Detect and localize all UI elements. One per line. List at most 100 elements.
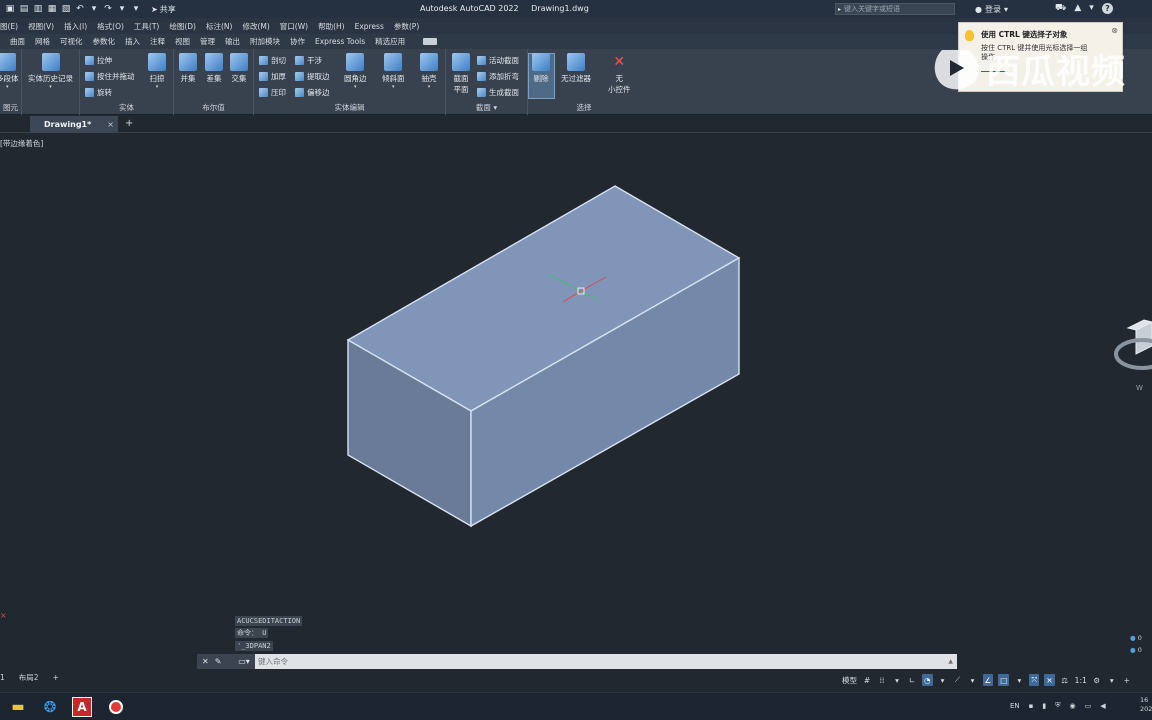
file-explorer-icon[interactable]: ▬: [8, 697, 28, 717]
polysolid-button[interactable]: 多段体 ▾: [0, 53, 19, 90]
polar-tracking-icon[interactable]: ◔: [922, 674, 933, 686]
tray-app-icon[interactable]: ▪: [1029, 702, 1034, 710]
extract-edges-button[interactable]: 提取边: [295, 71, 330, 82]
customize-command-line-icon[interactable]: ✎: [215, 657, 222, 666]
microphone-icon[interactable]: ▮: [1042, 702, 1046, 710]
auto-scale-icon[interactable]: ✕: [1044, 674, 1055, 686]
workspace-dropdown-icon[interactable]: ▾: [1107, 674, 1117, 686]
menu-item-dimension[interactable]: 标注(N): [206, 21, 232, 32]
section-plane-button[interactable]: 截面平面: [450, 53, 472, 95]
object-snap-dropdown-icon[interactable]: ▾: [1014, 674, 1024, 686]
fillet-edge-button[interactable]: 圆角边 ▾: [344, 53, 367, 90]
new-icon[interactable]: ▦: [47, 4, 57, 14]
culling-button[interactable]: 剔除: [532, 53, 550, 84]
model-space-button[interactable]: 模型: [842, 674, 857, 686]
imprint-button[interactable]: 压印: [259, 87, 286, 98]
login-button[interactable]: ● 登录 ▾: [975, 4, 1008, 15]
sweep-button[interactable]: 扫掠 ▾: [148, 53, 166, 90]
polar-dropdown-icon[interactable]: ▾: [938, 674, 948, 686]
revolve-button[interactable]: 旋转: [85, 87, 112, 98]
object-snap-icon[interactable]: □: [998, 674, 1010, 686]
close-tip-icon[interactable]: ⊗: [1111, 26, 1118, 35]
annotation-scale-icon[interactable]: ⚖: [1060, 674, 1070, 686]
qa-customize-icon[interactable]: ▾: [131, 4, 141, 14]
add-layout-button[interactable]: +: [53, 673, 59, 682]
taper-faces-button[interactable]: 倾斜面 ▾: [382, 53, 405, 90]
annotation-visibility-icon[interactable]: ⤧: [1029, 674, 1040, 686]
menu-item-draw[interactable]: 绘图(D): [169, 21, 196, 32]
tab-express-tools[interactable]: Express Tools: [315, 37, 365, 46]
menu-item-window[interactable]: 窗口(W): [280, 21, 308, 32]
save-icon[interactable]: ▣: [5, 4, 15, 14]
more-status-icon[interactable]: +: [1122, 674, 1132, 686]
close-command-line-icon[interactable]: ✕: [202, 657, 209, 666]
redo-dropdown-icon[interactable]: ▾: [117, 4, 127, 14]
share-button[interactable]: ➤ 共享: [151, 4, 176, 15]
file-tab-drawing1[interactable]: Drawing1* ×: [30, 116, 118, 133]
tab-surface[interactable]: 曲面: [10, 36, 25, 47]
system-clock[interactable]: 16 202: [1140, 696, 1152, 714]
volume-icon[interactable]: ◀: [1100, 702, 1105, 710]
isodraft-icon[interactable]: ⟋: [953, 674, 963, 686]
tab-addins[interactable]: 附加模块: [250, 36, 280, 47]
record-icon[interactable]: [106, 697, 126, 717]
isodraft-dropdown-icon[interactable]: ▾: [968, 674, 978, 686]
object-snap-tracking-icon[interactable]: ∠: [982, 674, 994, 686]
generate-section-button[interactable]: 生成截面: [477, 87, 519, 98]
tab-annotate[interactable]: 注释: [150, 36, 165, 47]
solid-history-button[interactable]: 实体历史记录 ▾: [28, 53, 73, 90]
network-icon[interactable]: ▭: [1085, 702, 1092, 710]
layout-tab-1[interactable]: 1: [0, 673, 5, 682]
group-title-section[interactable]: 截面 ▾: [446, 102, 527, 113]
autodesk-a360-icon[interactable]: ▲: [1074, 3, 1081, 14]
tab-mesh[interactable]: 网格: [35, 36, 50, 47]
cart-icon[interactable]: ⛟: [1055, 3, 1066, 14]
live-section-button[interactable]: 活动截面: [477, 55, 519, 66]
save-as-icon[interactable]: ▤: [19, 4, 29, 14]
ribbon-minimize-toggle[interactable]: [423, 38, 438, 45]
grid-icon[interactable]: #: [862, 674, 872, 686]
slice-button[interactable]: 剖切: [259, 55, 286, 66]
no-filter-button[interactable]: 无过滤器: [561, 53, 591, 84]
a360-dropdown-icon[interactable]: ▾: [1089, 3, 1094, 14]
search-box[interactable]: ▸ 键入关键字或短语: [835, 3, 955, 15]
tab-visualize[interactable]: 可视化: [60, 36, 83, 47]
shield-icon[interactable]: ⛨: [1055, 701, 1060, 710]
subtract-button[interactable]: 差集: [205, 53, 223, 84]
command-expand-icon[interactable]: ▲: [948, 658, 957, 665]
close-tab-icon[interactable]: ×: [107, 120, 114, 129]
recent-commands-icon[interactable]: ▭▾: [233, 654, 255, 669]
menu-item-express[interactable]: Express: [355, 22, 384, 31]
new-tab-button[interactable]: +: [125, 118, 133, 129]
union-button[interactable]: 并集: [179, 53, 197, 84]
open-icon[interactable]: ▥: [33, 4, 43, 14]
annotation-scale-value[interactable]: 1:1: [1075, 674, 1087, 686]
add-jog-button[interactable]: 添加折弯: [477, 71, 519, 82]
thicken-button[interactable]: 加厚: [259, 71, 286, 82]
record-tray-icon[interactable]: ◉: [1070, 702, 1076, 710]
tab-featured-apps[interactable]: 精选应用: [375, 36, 405, 47]
interfere-button[interactable]: 干涉: [295, 55, 322, 66]
tab-manage[interactable]: 管理: [200, 36, 215, 47]
tab-view[interactable]: 视图: [175, 36, 190, 47]
snap-dropdown-icon[interactable]: ▾: [892, 674, 902, 686]
offset-edges-button[interactable]: 偏移边: [295, 87, 330, 98]
tab-collaborate[interactable]: 协作: [290, 36, 305, 47]
search-expand-icon[interactable]: ▸: [838, 6, 841, 13]
browser-icon[interactable]: ❂: [40, 697, 60, 717]
snap-icon[interactable]: ⁞⁞: [877, 674, 887, 686]
menu-item-help[interactable]: 帮助(H): [318, 21, 345, 32]
undo-icon[interactable]: ↶: [75, 4, 85, 14]
autocad-taskbar-icon[interactable]: A: [72, 697, 92, 717]
menu-item-insert[interactable]: 插入(I): [64, 21, 87, 32]
extrude-button[interactable]: 拉伸: [85, 55, 112, 66]
layout-tab-2[interactable]: 布局2: [19, 672, 39, 683]
drawing-viewport[interactable]: [带边缘着色] × W ● 0 ● 0: [0, 134, 1152, 654]
command-input[interactable]: [255, 655, 949, 668]
language-indicator[interactable]: EN: [1010, 702, 1020, 710]
workspace-gear-icon[interactable]: ⚙: [1092, 674, 1102, 686]
undo-dropdown-icon[interactable]: ▾: [89, 4, 99, 14]
menu-item-view[interactable]: 视图(V): [28, 21, 54, 32]
tab-insert[interactable]: 插入: [125, 36, 140, 47]
tab-output[interactable]: 输出: [225, 36, 240, 47]
